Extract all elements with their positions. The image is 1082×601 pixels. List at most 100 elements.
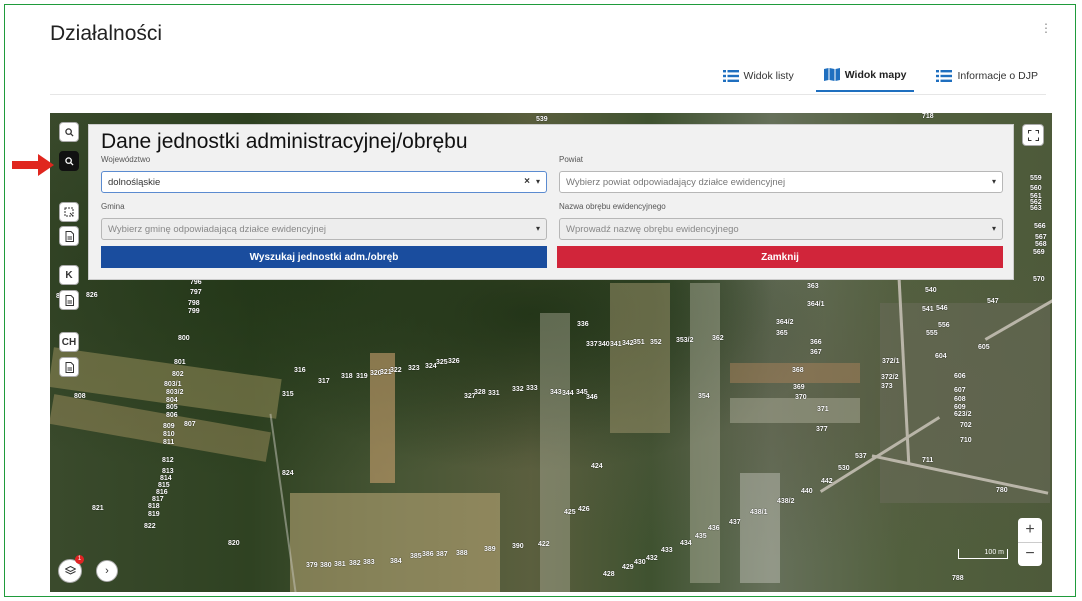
ch-document-button[interactable] — [59, 357, 79, 377]
clear-icon[interactable]: × — [524, 176, 530, 187]
ch-layer-button[interactable]: CH — [59, 332, 79, 352]
parcel-label: 336 — [577, 321, 589, 328]
parcel-label: 422 — [538, 541, 550, 548]
parcel-label: 822 — [144, 523, 156, 530]
parcel-label: 340 — [598, 341, 610, 348]
document-icon — [65, 294, 74, 306]
parcel-label: 808 — [74, 393, 86, 400]
parcel-label: 343 — [550, 389, 562, 396]
parcel-label: 368 — [792, 367, 804, 374]
parcel-label: 381 — [334, 561, 346, 568]
parcel-label: 556 — [938, 322, 950, 329]
tab-list-view[interactable]: Widok listy — [715, 66, 802, 92]
parcel-label: 438/1 — [750, 509, 768, 516]
admin-unit-search-button[interactable] — [59, 151, 79, 171]
parcel-label: 566 — [1034, 223, 1046, 230]
parcel-label: 559 — [1030, 175, 1042, 182]
close-button[interactable]: Zamknij — [557, 246, 1003, 268]
parcel-label: 812 — [162, 457, 174, 464]
field-strip — [740, 473, 780, 583]
k-layer-button[interactable]: K — [59, 265, 79, 285]
parcel-label: 710 — [960, 437, 972, 444]
chevron-down-icon[interactable]: ▾ — [536, 224, 540, 233]
parcel-label: 372/2 — [881, 374, 899, 381]
parcel-label: 540 — [925, 287, 937, 294]
parcel-label: 802 — [172, 371, 184, 378]
parcel-label: 342 — [622, 340, 634, 347]
document-button[interactable] — [59, 226, 79, 246]
parcel-label: 817 — [152, 496, 164, 503]
parcel-label: 799 — [188, 308, 200, 315]
parcel-label: 623/2 — [954, 411, 972, 418]
parcel-label: 316 — [294, 367, 306, 374]
parcel-label: 811 — [163, 439, 175, 446]
district-placeholder: Wybierz powiat odpowiadający działce ewi… — [566, 176, 786, 188]
parcel-label: 424 — [591, 463, 603, 470]
parcel-label: 373 — [881, 383, 893, 390]
parcel-label: 352 — [650, 339, 662, 346]
search-tool-button[interactable] — [59, 122, 79, 142]
parcel-label: 800 — [178, 335, 190, 342]
precinct-input[interactable]: Wprowadź nazwę obrębu ewidencyjnego ▾ — [559, 218, 1003, 240]
parcel-label: 383 — [363, 559, 375, 566]
parcel-label: 380 — [320, 562, 332, 569]
voivodeship-select[interactable]: dolnośląskie × ▾ — [101, 171, 547, 193]
zoom-in-button[interactable]: + — [1018, 518, 1042, 543]
view-tabs: Widok listy Widok mapy Informacje o DJP — [715, 66, 1046, 92]
layers-icon — [64, 566, 76, 575]
district-select[interactable]: Wybierz powiat odpowiadający działce ewi… — [559, 171, 1003, 193]
parcel-label: 537 — [855, 453, 867, 460]
parcel-label: 326 — [448, 358, 460, 365]
parcel-label: 363 — [807, 283, 819, 290]
tab-djp-info[interactable]: Informacje o DJP — [928, 66, 1046, 92]
parcel-label: 803/1 — [164, 381, 182, 388]
tab-label: Widok mapy — [844, 68, 907, 81]
more-options-icon[interactable]: ⋮ — [1040, 22, 1052, 34]
parcel-label: 816 — [156, 489, 168, 496]
parcel-label: 372/1 — [882, 358, 900, 365]
chevron-down-icon[interactable]: ▾ — [992, 177, 996, 186]
parcel-label: 325 — [436, 359, 448, 366]
district-label: Powiat — [559, 155, 584, 164]
parcel-label: 382 — [349, 560, 361, 567]
parcel-label: 609 — [954, 404, 966, 411]
chevron-down-icon[interactable]: ▾ — [536, 177, 540, 186]
tab-map-view[interactable]: Widok mapy — [815, 66, 915, 92]
admin-unit-dialog: Dane jednostki administracyjnej/obrębu W… — [88, 124, 1014, 280]
search-admin-unit-button[interactable]: Wyszukaj jednostki adm./obręb — [101, 246, 547, 268]
parcel-label: 385 — [410, 553, 422, 560]
k-document-button[interactable] — [59, 290, 79, 310]
expand-panel-button[interactable]: › — [96, 560, 118, 582]
field-strip — [540, 313, 570, 592]
tab-label: Informacje o DJP — [957, 69, 1038, 82]
parcel-label: 805 — [166, 404, 178, 411]
chevron-down-icon[interactable]: ▾ — [992, 224, 996, 233]
parcel-label: 796 — [190, 279, 202, 286]
page-title: Działalności — [50, 22, 163, 45]
parcel-label: 606 — [954, 373, 966, 380]
parcel-label: 560 — [1030, 185, 1042, 192]
parcel-label: 568 — [1035, 241, 1047, 248]
notification-badge: 1 — [75, 555, 84, 564]
zoom-out-button[interactable]: − — [1018, 543, 1042, 566]
select-area-button[interactable] — [59, 202, 79, 222]
parcel-label: 377 — [816, 426, 828, 433]
list-icon — [936, 69, 953, 82]
parcel-label: 364/1 — [807, 301, 825, 308]
parcel-label: 607 — [954, 387, 966, 394]
parcel-label: 570 — [1033, 276, 1045, 283]
zoom-control: + − — [1018, 518, 1042, 566]
parcel-label: 818 — [148, 503, 160, 510]
header-divider — [50, 94, 1046, 95]
parcel-label: 797 — [190, 289, 202, 296]
expand-icon — [1027, 129, 1039, 141]
parcel-label: 546 — [936, 305, 948, 312]
commune-select[interactable]: Wybierz gminę odpowiadającą działce ewid… — [101, 218, 547, 240]
parcel-label: 328 — [474, 389, 486, 396]
parcel-label: 351 — [633, 339, 645, 346]
parcel-label: 780 — [996, 487, 1008, 494]
parcel-label: 319 — [356, 373, 368, 380]
parcel-label: 432 — [646, 555, 658, 562]
fullscreen-button[interactable] — [1022, 124, 1044, 146]
pointer-arrow-icon — [12, 154, 54, 176]
